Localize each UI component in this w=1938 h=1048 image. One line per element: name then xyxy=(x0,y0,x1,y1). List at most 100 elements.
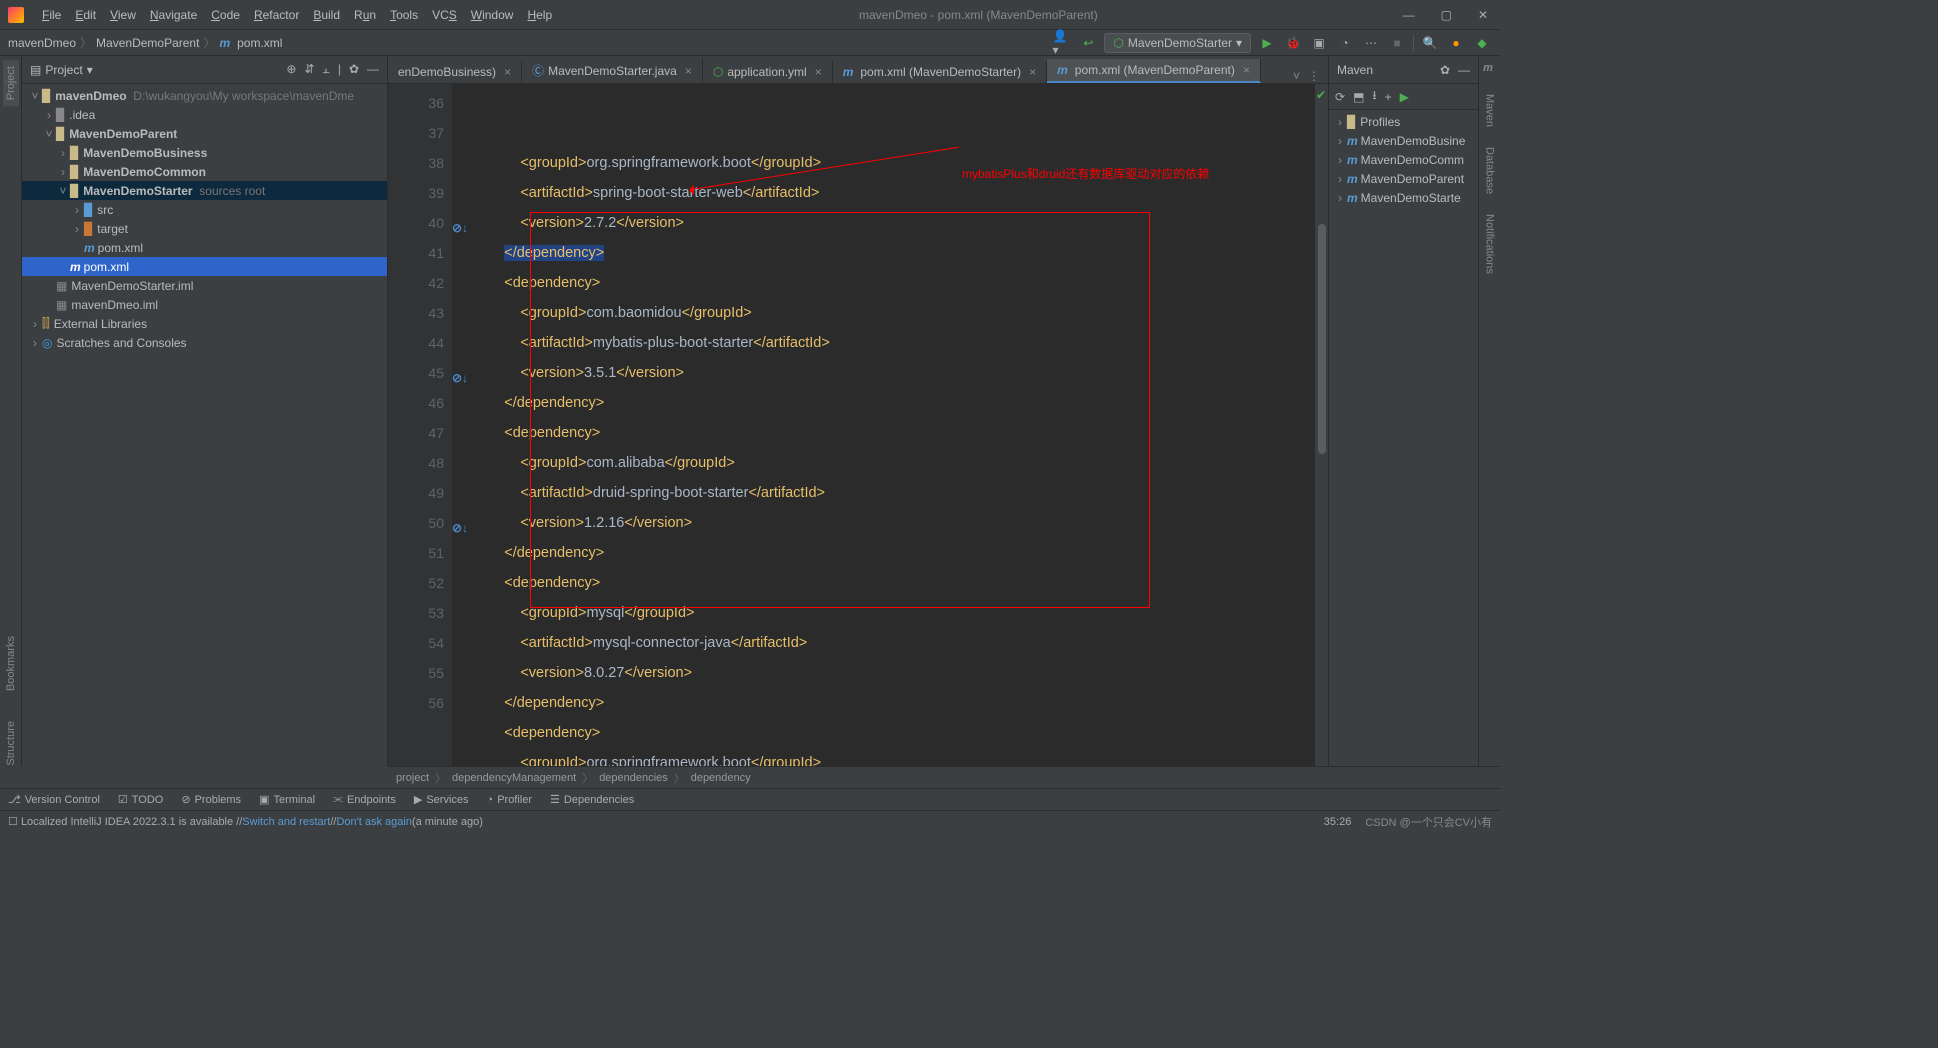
code-line[interactable]: <version>8.0.27</version> xyxy=(472,658,1314,688)
code-line[interactable]: <version>2.7.2</version> xyxy=(472,208,1314,238)
menu-tools[interactable]: Tools xyxy=(384,4,424,26)
close-icon[interactable]: × xyxy=(504,65,511,79)
code-line[interactable]: <groupId>org.springframework.boot</group… xyxy=(472,748,1314,766)
hide-icon[interactable]: — xyxy=(1458,63,1470,77)
code-line[interactable]: <dependency> xyxy=(472,268,1314,298)
settings-icon[interactable]: ✿ xyxy=(349,62,359,77)
tree-parent-pom[interactable]: mpom.xml xyxy=(22,257,387,276)
editor-scrollbar[interactable]: ✔ xyxy=(1314,84,1328,766)
tool-problems[interactable]: ⊘Problems xyxy=(181,793,241,806)
maven-tab-icon[interactable]: m xyxy=(1483,62,1493,74)
search-everywhere-button[interactable]: 🔍 xyxy=(1420,33,1440,53)
select-opened-file-icon[interactable]: ⊕ xyxy=(286,62,296,77)
maven-mod-business[interactable]: ›mMavenDemoBusine xyxy=(1329,131,1478,150)
menu-code[interactable]: Code xyxy=(205,4,246,26)
profile-button[interactable]: ◔ xyxy=(1335,33,1355,53)
more-run-icon[interactable]: ⋯ xyxy=(1361,33,1381,53)
tab-business-pom[interactable]: enDemoBusiness)× xyxy=(388,61,522,83)
line-gutter[interactable]: 3637383940414243444546474849505152535455… xyxy=(388,84,452,766)
crumb-depmgmt[interactable]: dependencyManagement xyxy=(452,772,576,784)
project-view-title[interactable]: Project xyxy=(45,63,82,77)
debug-button[interactable]: 🐞 xyxy=(1283,33,1303,53)
tool-dependencies[interactable]: ☰Dependencies xyxy=(550,793,634,806)
code-line[interactable]: </dependency> xyxy=(472,388,1314,418)
close-icon[interactable]: × xyxy=(685,64,692,78)
maximize-button[interactable]: ▢ xyxy=(1437,6,1456,24)
code-line[interactable]: <version>3.5.1</version> xyxy=(472,358,1314,388)
maven-profiles[interactable]: ›▉Profiles xyxy=(1329,112,1478,131)
menu-view[interactable]: View xyxy=(104,4,142,26)
user-dropdown-icon[interactable]: 👤▾ xyxy=(1052,33,1072,53)
maven-mod-common[interactable]: ›mMavenDemoComm xyxy=(1329,150,1478,169)
collapse-all-icon[interactable]: ⫠ xyxy=(323,62,330,77)
maven-mod-starter[interactable]: ›mMavenDemoStarte xyxy=(1329,188,1478,207)
maven-mod-parent[interactable]: ›mMavenDemoParent xyxy=(1329,169,1478,188)
tool-bookmarks-tab[interactable]: Bookmarks xyxy=(5,636,17,691)
code-editor[interactable]: 3637383940414243444546474849505152535455… xyxy=(388,84,1328,766)
tab-parent-pom[interactable]: mpom.xml (MavenDemoParent)× xyxy=(1047,59,1261,83)
code-line[interactable]: <artifactId>mysql-connector-java</artifa… xyxy=(472,628,1314,658)
add-maven-icon[interactable]: + xyxy=(1385,90,1392,104)
tab-starter-pom[interactable]: mpom.xml (MavenDemoStarter)× xyxy=(833,61,1047,83)
menu-vcs[interactable]: VCS xyxy=(426,4,463,26)
generate-sources-icon[interactable]: ⬒ xyxy=(1353,90,1364,104)
menu-help[interactable]: Help xyxy=(521,4,558,26)
settings-icon[interactable]: ✿ xyxy=(1440,63,1450,77)
close-button[interactable]: ✕ xyxy=(1474,6,1492,24)
code-line[interactable]: </dependency> xyxy=(472,538,1314,568)
tree-scratches[interactable]: ›◎Scratches and Consoles xyxy=(22,333,387,352)
breadcrumb-file[interactable]: pom.xml xyxy=(237,36,282,50)
tool-structure-tab[interactable]: Structure xyxy=(5,721,17,766)
tab-application-yml[interactable]: ⬡application.yml× xyxy=(703,61,833,83)
code-line[interactable]: </dependency> xyxy=(472,688,1314,718)
code-line[interactable]: <dependency> xyxy=(472,568,1314,598)
tool-notifications-tab[interactable]: Notifications xyxy=(1484,214,1496,274)
tool-project-tab[interactable]: Project xyxy=(3,60,19,106)
tree-business[interactable]: ›▉MavenDemoBusiness xyxy=(22,143,387,162)
tab-starter-java[interactable]: ⒸMavenDemoStarter.java× xyxy=(522,58,703,83)
inspection-ok-icon[interactable]: ✔ xyxy=(1316,88,1326,102)
tool-maven-tab[interactable]: Maven xyxy=(1484,94,1496,127)
code-line[interactable]: <dependency> xyxy=(472,418,1314,448)
code-line[interactable]: <groupId>mysql</groupId> xyxy=(472,598,1314,628)
tool-database-tab[interactable]: Database xyxy=(1484,147,1496,194)
code-line[interactable]: <dependency> xyxy=(472,718,1314,748)
crumb-deps[interactable]: dependencies xyxy=(599,772,668,784)
tree-starter[interactable]: ˅▉MavenDemoStarter sources root xyxy=(22,181,387,200)
menu-refactor[interactable]: Refactor xyxy=(248,4,305,26)
code-line[interactable]: <artifactId>druid-spring-boot-starter</a… xyxy=(472,478,1314,508)
code-line[interactable]: </dependency> xyxy=(472,238,1314,268)
menu-run[interactable]: Run xyxy=(348,4,382,26)
scrollbar-thumb[interactable] xyxy=(1318,224,1326,454)
tool-endpoints[interactable]: ⫘Endpoints xyxy=(333,793,396,806)
chevron-down-icon[interactable]: ˅ xyxy=(1293,69,1300,83)
status-icon[interactable]: ☐ xyxy=(8,815,18,828)
tree-parent[interactable]: ˅▉MavenDemoParent xyxy=(22,124,387,143)
tree-root-iml[interactable]: ▦mavenDmeo.iml xyxy=(22,295,387,314)
tree-extlib[interactable]: ›⫿⫿External Libraries xyxy=(22,314,387,333)
tree-common[interactable]: ›▉MavenDemoCommon xyxy=(22,162,387,181)
menu-edit[interactable]: Edit xyxy=(69,4,102,26)
menu-file[interactable]: File xyxy=(36,4,67,26)
tree-idea[interactable]: ›▉.idea xyxy=(22,105,387,124)
reload-icon[interactable]: ⟳ xyxy=(1335,90,1345,104)
run-maven-icon[interactable]: ▶ xyxy=(1400,90,1409,104)
hide-icon[interactable]: — xyxy=(367,62,379,77)
tree-root[interactable]: ˅▉mavenDmeo D:\wukangyou\My workspace\ma… xyxy=(22,86,387,105)
breadcrumb-module[interactable]: MavenDemoParent xyxy=(96,36,199,50)
tree-starter-pom[interactable]: mpom.xml xyxy=(22,238,387,257)
back-icon[interactable]: ↩ xyxy=(1078,33,1098,53)
close-icon[interactable]: × xyxy=(815,65,822,79)
crumb-project[interactable]: project xyxy=(396,772,429,784)
ide-updates-icon[interactable]: ● xyxy=(1446,33,1466,53)
tool-services[interactable]: ▶Services xyxy=(414,793,469,806)
code-line[interactable]: <artifactId>mybatis-plus-boot-starter</a… xyxy=(472,328,1314,358)
close-icon[interactable]: × xyxy=(1243,63,1250,77)
tree-target[interactable]: ›▉target xyxy=(22,219,387,238)
expand-all-icon[interactable]: ⇵ xyxy=(304,62,314,77)
tool-profiler[interactable]: ◔Profiler xyxy=(487,794,533,806)
tool-todo[interactable]: ☑TODO xyxy=(118,793,163,806)
download-sources-icon[interactable]: ⭳ xyxy=(1372,86,1376,107)
menu-build[interactable]: Build xyxy=(307,4,346,26)
switch-restart-link[interactable]: Switch and restart xyxy=(242,816,330,828)
